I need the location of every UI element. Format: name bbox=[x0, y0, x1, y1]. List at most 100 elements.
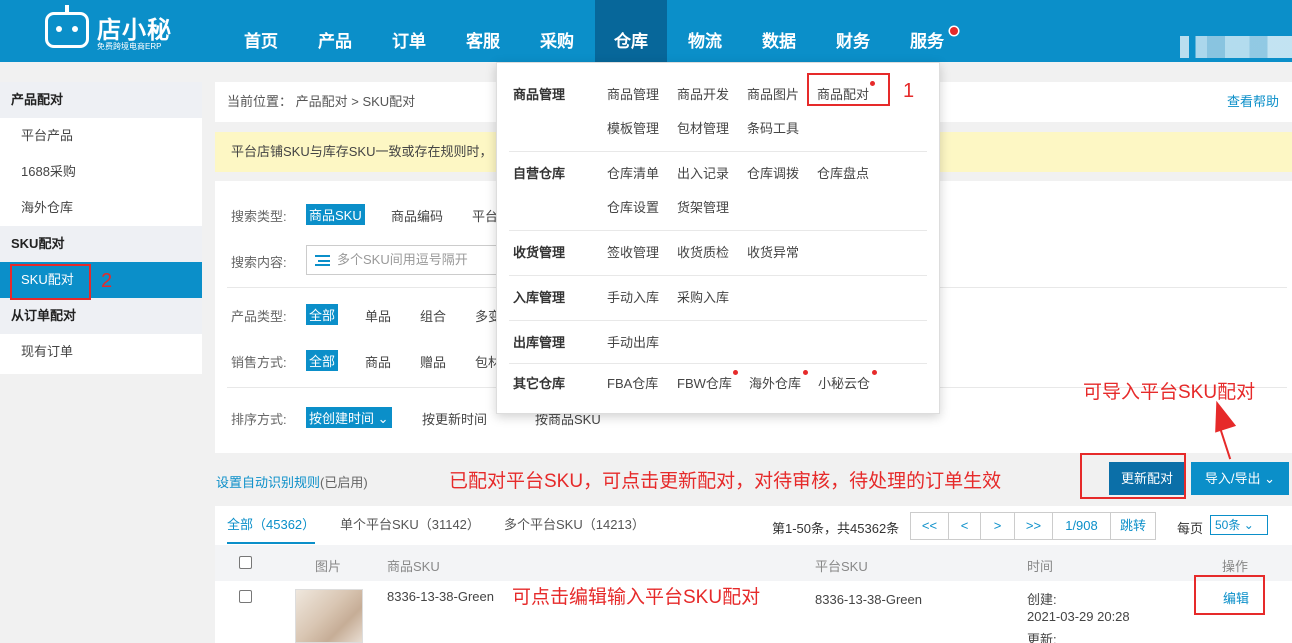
select-all-checkbox[interactable] bbox=[239, 556, 252, 569]
dropdown-section-own-warehouse: 自营仓库 bbox=[513, 166, 566, 181]
sidebar-group-order-pairing: 从订单配对 bbox=[0, 298, 202, 334]
page-indicator[interactable]: 1/908 bbox=[1053, 513, 1111, 539]
divider bbox=[509, 320, 927, 321]
sale-mode-product[interactable]: 商品 bbox=[365, 352, 391, 371]
dropdown-link-barcode-tool[interactable]: 条码工具 bbox=[747, 118, 799, 137]
robot-logo-icon bbox=[45, 5, 89, 48]
prev-page-button[interactable]: < bbox=[949, 513, 981, 539]
logo[interactable]: 店小秘 免费跨境电商ERP bbox=[45, 5, 175, 54]
dropdown-link-warehouse-list[interactable]: 仓库清单 bbox=[607, 163, 659, 182]
dropdown-link-product-images[interactable]: 商品图片 bbox=[747, 84, 799, 103]
dropdown-link-packaging-mgmt[interactable]: 包材管理 bbox=[677, 118, 729, 137]
dropdown-link-warehouse-settings[interactable]: 仓库设置 bbox=[607, 197, 659, 216]
first-page-button[interactable]: << bbox=[911, 513, 949, 539]
search-content-label: 搜索内容: bbox=[231, 255, 287, 270]
table-header: 图片 商品SKU 平台SKU 时间 操作 bbox=[215, 545, 1292, 581]
dropdown-section-receiving: 收货管理 bbox=[513, 245, 566, 260]
search-type-product-sku[interactable]: 商品SKU bbox=[306, 204, 365, 225]
dropdown-link-template-mgmt[interactable]: 模板管理 bbox=[607, 118, 659, 137]
chevron-down-icon: ⌄ bbox=[377, 411, 389, 426]
column-actions: 操作 bbox=[1222, 559, 1249, 574]
nav-finance[interactable]: 财务 bbox=[823, 0, 883, 62]
dropdown-link-product-mgmt[interactable]: 商品管理 bbox=[607, 84, 659, 103]
auto-rule-status: (已启用) bbox=[320, 475, 368, 490]
dropdown-link-quality-check[interactable]: 收货质检 bbox=[677, 242, 729, 261]
nav-warehouse[interactable]: 仓库 bbox=[595, 0, 667, 62]
annotation-edit-note: 可点击编辑输入平台SKU配对 bbox=[512, 587, 761, 608]
search-type-platform[interactable]: 平台 bbox=[472, 206, 498, 225]
page-size-value: 50条 bbox=[1215, 518, 1241, 532]
row-checkbox[interactable] bbox=[239, 590, 252, 603]
per-page-label: 每页 bbox=[1177, 521, 1204, 536]
dropdown-link-xiaomi-cloud[interactable]: 小秘云仓 bbox=[818, 373, 870, 392]
nav-data[interactable]: 数据 bbox=[749, 0, 809, 62]
nav-service[interactable]: 客服 bbox=[453, 0, 513, 62]
brand-slogan: 免费跨境电商ERP bbox=[97, 42, 162, 51]
breadcrumb-path[interactable]: 产品配对 > SKU配对 bbox=[296, 94, 416, 109]
sort-by-created[interactable]: 按创建时间 ⌄ bbox=[306, 407, 392, 428]
dropdown-link-inout-records[interactable]: 出入记录 bbox=[677, 163, 729, 182]
annotation-box-update-pair bbox=[1080, 453, 1186, 499]
dropdown-link-stocktake[interactable]: 仓库盘点 bbox=[817, 163, 869, 182]
search-input[interactable]: 多个SKU间用逗号隔开 bbox=[306, 245, 506, 275]
last-page-button[interactable]: >> bbox=[1015, 513, 1053, 539]
product-type-all[interactable]: 全部 bbox=[306, 304, 339, 325]
page-size-select[interactable]: 50条 ⌄ bbox=[1210, 515, 1268, 535]
sort-label: 排序方式: bbox=[231, 412, 287, 427]
product-type-single[interactable]: 单品 bbox=[365, 306, 391, 325]
dropdown-link-product-dev[interactable]: 商品开发 bbox=[677, 84, 729, 103]
tab-all[interactable]: 全部（45362） bbox=[227, 506, 316, 544]
tab-single-platform-sku[interactable]: 单个平台SKU（31142） bbox=[340, 506, 480, 544]
sidebar-item-existing-orders[interactable]: 现有订单 bbox=[0, 334, 202, 370]
product-type-combo[interactable]: 组合 bbox=[420, 306, 446, 325]
import-export-button[interactable]: 导入/导出 ⌄ bbox=[1191, 462, 1289, 495]
top-nav-bar: 店小秘 免费跨境电商ERP 首页 产品 订单 客服 采购 仓库 物流 数据 财务… bbox=[0, 0, 1292, 62]
dropdown-link-sign-mgmt[interactable]: 签收管理 bbox=[607, 242, 659, 261]
sort-by-created-label: 按创建时间 bbox=[309, 411, 375, 426]
sku-table-panel: 全部（45362） 单个平台SKU（31142） 多个平台SKU（14213） … bbox=[215, 506, 1292, 643]
dropdown-link-warehouse-transfer[interactable]: 仓库调拨 bbox=[747, 163, 799, 182]
dropdown-link-manual-outbound[interactable]: 手动出库 bbox=[607, 332, 659, 351]
user-account-blurred[interactable] bbox=[1180, 36, 1292, 58]
sale-mode-gift[interactable]: 赠品 bbox=[420, 352, 446, 371]
nav-services[interactable]: 服务 bbox=[897, 0, 957, 62]
dropdown-section-outbound: 出库管理 bbox=[513, 335, 566, 350]
search-type-label: 搜索类型: bbox=[231, 209, 287, 224]
next-page-button[interactable]: > bbox=[981, 513, 1015, 539]
nav-home[interactable]: 首页 bbox=[231, 0, 291, 62]
dropdown-link-overseas-warehouse[interactable]: 海外仓库 bbox=[749, 373, 801, 392]
annotation-update-note: 已配对平台SKU，可点击更新配对，对待审核，待处理的订单生效 bbox=[449, 471, 1002, 492]
search-type-product-code[interactable]: 商品编码 bbox=[391, 206, 443, 225]
sale-mode-label: 销售方式: bbox=[231, 355, 287, 370]
brand-name: 店小秘 bbox=[97, 17, 172, 44]
product-thumbnail[interactable] bbox=[295, 589, 363, 643]
annotation-step-2: 2 bbox=[101, 270, 113, 292]
column-product-sku: 商品SKU bbox=[387, 559, 440, 574]
dropdown-link-shelf-mgmt[interactable]: 货架管理 bbox=[677, 197, 729, 216]
dropdown-link-receiving-exception[interactable]: 收货异常 bbox=[747, 242, 799, 261]
sort-by-updated[interactable]: 按更新时间 bbox=[422, 409, 487, 428]
dropdown-section-product-mgmt: 商品管理 bbox=[513, 87, 566, 102]
nav-order[interactable]: 订单 bbox=[379, 0, 439, 62]
sidebar-item-1688-purchase[interactable]: 1688采购 bbox=[0, 154, 202, 190]
auto-rule-link[interactable]: 设置自动识别规则(已启用) bbox=[216, 472, 368, 491]
jump-button[interactable]: 跳转 bbox=[1111, 513, 1155, 539]
sale-mode-all[interactable]: 全部 bbox=[306, 350, 339, 371]
product-type-label: 产品类型: bbox=[231, 309, 287, 324]
annotation-box-sku-pairing bbox=[10, 264, 91, 300]
sidebar-item-overseas-warehouse[interactable]: 海外仓库 bbox=[0, 190, 202, 226]
dropdown-link-fbw-warehouse[interactable]: FBW仓库 bbox=[677, 373, 732, 392]
tab-multi-platform-sku[interactable]: 多个平台SKU（14213） bbox=[504, 506, 645, 544]
dropdown-link-manual-inbound[interactable]: 手动入库 bbox=[607, 287, 659, 306]
pagination-summary: 第1-50条，共45362条 bbox=[772, 521, 900, 536]
dropdown-link-purchase-inbound[interactable]: 采购入库 bbox=[677, 287, 729, 306]
nav-purchase[interactable]: 采购 bbox=[527, 0, 587, 62]
new-badge-icon bbox=[803, 370, 808, 375]
sidebar-item-platform-product[interactable]: 平台产品 bbox=[0, 118, 202, 154]
help-link[interactable]: 查看帮助 bbox=[1227, 82, 1279, 122]
nav-product[interactable]: 产品 bbox=[305, 0, 365, 62]
dropdown-link-fba-warehouse[interactable]: FBA仓库 bbox=[607, 373, 658, 392]
divider bbox=[509, 151, 927, 152]
dropdown-section-inbound: 入库管理 bbox=[513, 290, 566, 305]
nav-logistics[interactable]: 物流 bbox=[675, 0, 735, 62]
